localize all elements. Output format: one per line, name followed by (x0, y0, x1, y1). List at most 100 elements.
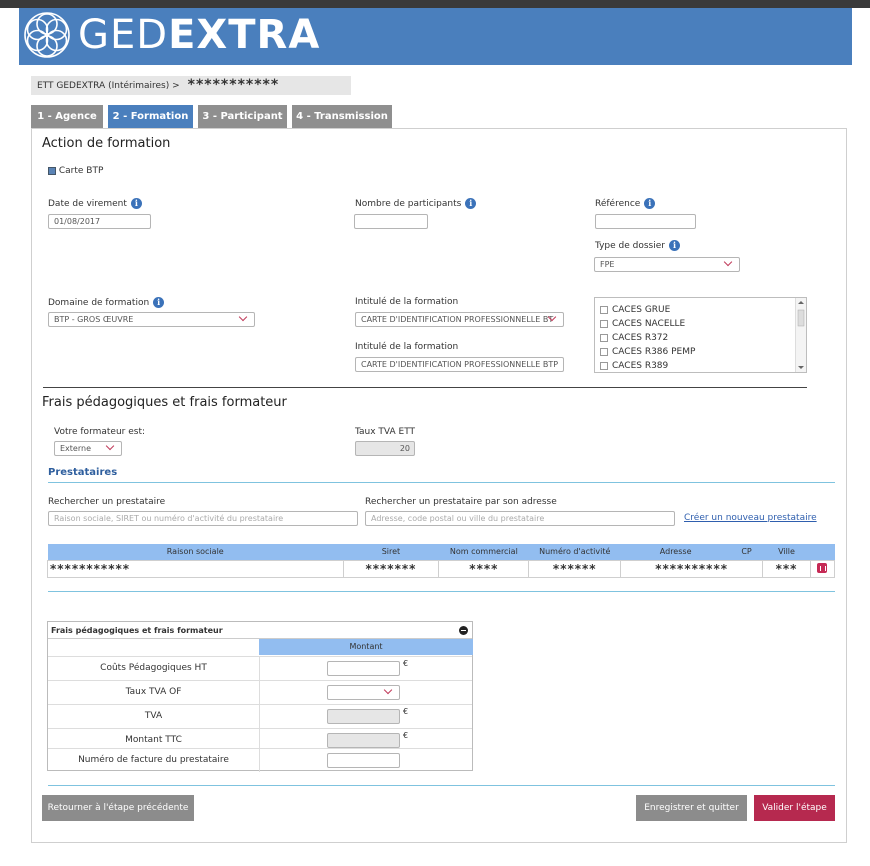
col-header: Numéro d'activité (528, 544, 621, 560)
breadcrumb: ETT GEDEXTRA (Intérimaires) > *********** (31, 76, 351, 95)
col-header: Ville (762, 544, 811, 560)
list-item[interactable]: CACES NACELLE (595, 317, 806, 331)
chevron-down-icon (238, 313, 248, 322)
date-virement-input[interactable]: 01/08/2017 (48, 214, 151, 229)
trash-icon[interactable] (817, 562, 828, 573)
logo-text: GEDEXTRA (78, 12, 320, 58)
breadcrumb-prefix: ETT GEDEXTRA (Intérimaires) > (37, 81, 180, 91)
table-cell: *********** (47, 559, 344, 578)
list-item[interactable]: CACES R389 (595, 359, 806, 372)
tab-transmission[interactable]: 4 - Transmission (292, 105, 392, 128)
scrollbar-arrows-icon (797, 301, 805, 369)
montant-column-header: Montant (259, 639, 473, 655)
frais-row-tva: TVA € (48, 704, 472, 728)
back-button[interactable]: Retourner à l'étape précédente (42, 795, 194, 821)
save-quit-button[interactable]: Enregistrer et quitter (636, 795, 747, 821)
frais-row-facture: Numéro de facture du prestataire (48, 748, 472, 772)
formateur-select[interactable]: Externe (54, 441, 122, 456)
search-adresse-label: Rechercher un prestataire par son adress… (365, 497, 557, 507)
frais-row-couts: Coûts Pédagogiques HT € (48, 656, 472, 680)
frais-row-label: Taux TVA OF (48, 681, 260, 704)
nb-participants-label-text: Nombre de participants (355, 199, 462, 209)
intitule-label-1: Intitulé de la formation (355, 297, 459, 307)
info-icon[interactable]: i (668, 240, 680, 251)
search-adresse-input[interactable]: Adresse, code postal ou ville du prestat… (365, 511, 675, 526)
listbox-scrollbar[interactable] (795, 298, 806, 372)
search-prestataire-input[interactable]: Raison sociale, SIRET ou numéro d'activi… (48, 511, 358, 526)
reference-input[interactable] (595, 214, 696, 229)
type-dossier-select[interactable]: FPE (594, 257, 740, 272)
window-top-bar (0, 0, 870, 8)
list-item[interactable]: CACES R372 (595, 331, 806, 345)
caces-listbox[interactable]: CACES GRUE CACES NACELLE CACES R372 CACE… (594, 297, 807, 373)
validate-button[interactable]: Valider l'étape (754, 795, 835, 821)
domaine-label-text: Domaine de formation (48, 298, 150, 308)
list-item-label: CACES GRUE (612, 305, 671, 315)
domaine-select[interactable]: BTP - GROS ŒUVRE (48, 312, 255, 327)
prestataires-title: Prestataires (48, 467, 118, 478)
montant-ttc-input (327, 733, 400, 748)
table-cell-actions (809, 559, 836, 578)
col-header: CP (730, 544, 763, 560)
table-header-row: Raison sociale Siret Nom commercial Numé… (47, 544, 835, 560)
taux-tva-ett-label: Taux TVA ETT (355, 427, 416, 437)
list-item-label: CACES R389 (612, 361, 669, 371)
list-item-checkbox[interactable] (600, 361, 608, 370)
col-header: Nom commercial (438, 544, 529, 560)
formateur-value: Externe (60, 444, 91, 453)
frais-summary-box: Frais pédagogiques et frais formateur Mo… (47, 621, 473, 772)
logo-bold: EXTRA (168, 12, 321, 58)
carte-btp[interactable]: Carte BTP (48, 166, 103, 176)
couts-ht-input[interactable] (327, 661, 400, 676)
list-item-label: CACES R386 PEMP (612, 347, 696, 357)
euro-unit: € (403, 659, 409, 668)
table-cell: ****** (528, 559, 622, 578)
table-row[interactable]: *********** ******* **** ****** ********… (47, 559, 836, 578)
list-item-label: CACES NACELLE (612, 319, 686, 329)
breadcrumb-masked: *********** (187, 77, 280, 93)
carte-btp-checkbox[interactable] (48, 166, 56, 175)
domaine-label: Domaine de formation i (48, 297, 165, 308)
intitule-select[interactable]: CARTE D'IDENTIFICATION PROFESSIONNELLE B… (355, 312, 564, 327)
list-item-label: CACES R372 (612, 333, 669, 343)
frais-box-title: Frais pédagogiques et frais formateur (51, 626, 223, 635)
prestataires-table: Raison sociale Siret Nom commercial Numé… (47, 544, 836, 578)
formateur-label: Votre formateur est: (54, 427, 146, 437)
create-prestataire-link[interactable]: Créer un nouveau prestataire (684, 513, 817, 523)
frais-row-label: Coûts Pédagogiques HT (48, 657, 260, 680)
tab-formation[interactable]: 2 - Formation (108, 105, 193, 128)
numero-facture-input[interactable] (327, 753, 400, 768)
tab-participant[interactable]: 3 - Participant (198, 105, 287, 128)
list-item-checkbox[interactable] (600, 319, 608, 328)
info-icon[interactable]: i (465, 198, 477, 209)
tva-input (327, 709, 400, 724)
list-item[interactable]: CACES GRUE (595, 303, 806, 317)
domaine-value: BTP - GROS ŒUVRE (54, 315, 134, 324)
table-cell: **** (438, 559, 530, 578)
col-header: Siret (343, 544, 439, 560)
list-item-checkbox[interactable] (600, 347, 608, 356)
table-cell: ********** (620, 559, 764, 578)
taux-tva-ett-input: 20 (355, 441, 415, 456)
chevron-down-icon (723, 258, 733, 267)
table-divider (48, 591, 835, 592)
tab-agence[interactable]: 1 - Agence (31, 105, 103, 128)
type-dossier-label-text: Type de dossier (595, 241, 665, 251)
collapse-icon[interactable] (459, 626, 468, 635)
intitule-input-2[interactable]: CARTE D'IDENTIFICATION PROFESSIONNELLE B… (355, 357, 564, 372)
logo-light: GED (78, 12, 169, 58)
list-item[interactable]: CACES R386 PEMP (595, 345, 806, 359)
info-icon[interactable]: i (130, 198, 142, 209)
info-icon[interactable]: i (153, 297, 165, 308)
col-header: Raison sociale (47, 544, 344, 560)
footer-divider (48, 785, 835, 786)
table-cell: ******* (342, 559, 440, 578)
taux-tva-of-select[interactable] (327, 685, 400, 700)
nb-participants-input[interactable] (354, 214, 428, 229)
euro-unit: € (403, 731, 409, 740)
list-item-checkbox[interactable] (600, 305, 608, 314)
table-cell: *** (762, 559, 811, 578)
list-item-checkbox[interactable] (600, 333, 608, 342)
frais-row-taux: Taux TVA OF (48, 680, 472, 704)
info-icon[interactable]: i (644, 198, 656, 209)
